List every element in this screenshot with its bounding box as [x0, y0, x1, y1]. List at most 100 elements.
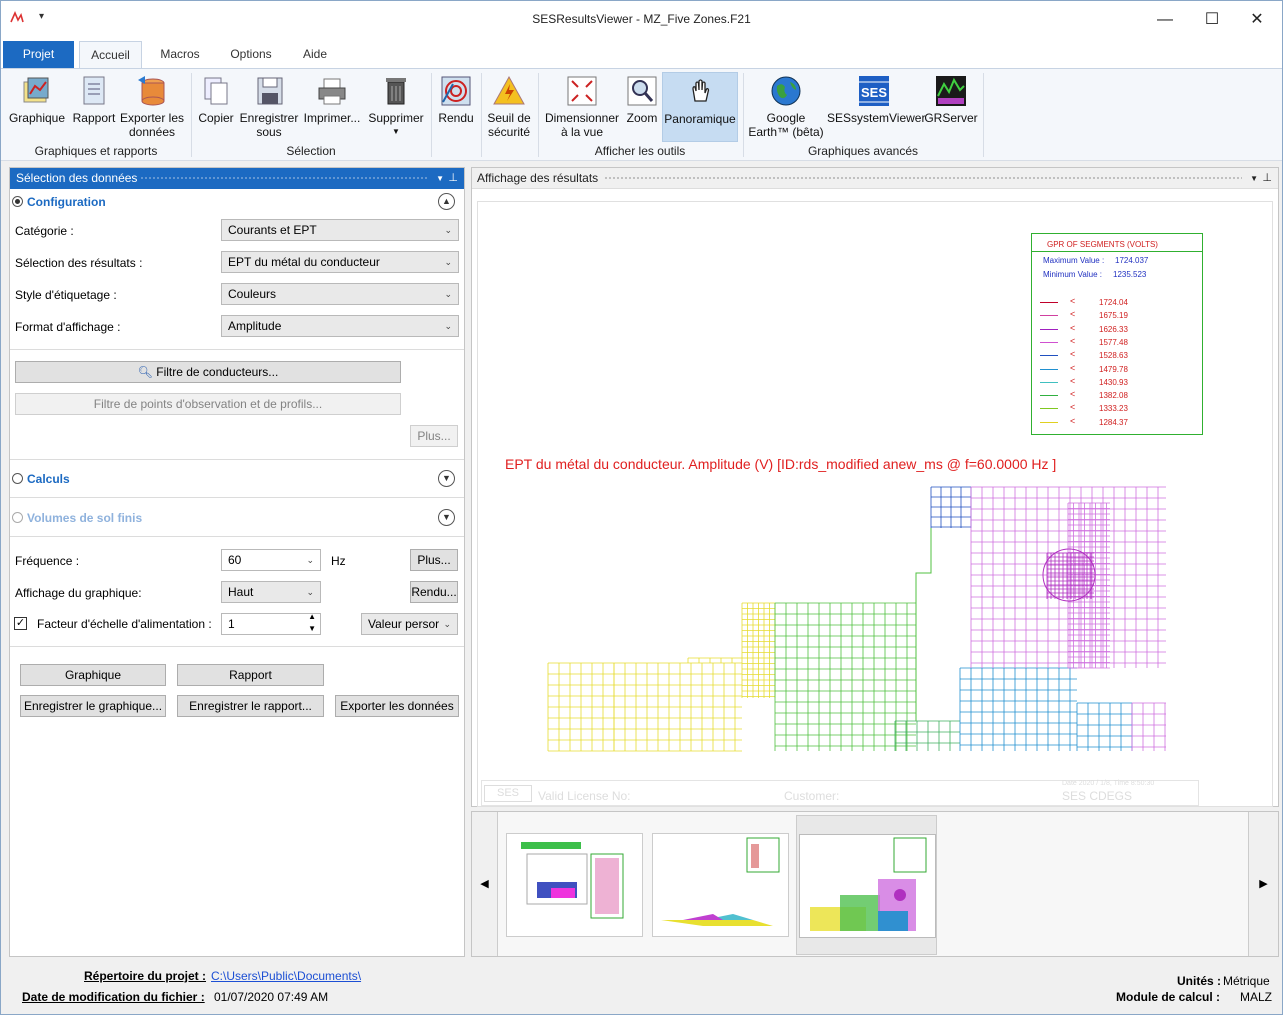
thumbnail-item[interactable]	[506, 833, 643, 937]
plot-canvas[interactable]: EPT du métal du conducteur. Amplitude (V…	[477, 201, 1273, 807]
chart-button[interactable]: Graphique	[6, 72, 68, 142]
mesh-yellow-step	[687, 657, 742, 663]
printer-icon	[315, 74, 349, 108]
display-format-label: Format d'affichage :	[15, 320, 121, 334]
delete-button[interactable]: Supprimer ▼	[365, 72, 427, 142]
calculs-section[interactable]: Calculs	[12, 472, 70, 486]
spinner-icon[interactable]: ▲ ▼	[308, 611, 316, 635]
category-select[interactable]: Courants et EPT ⌄	[221, 219, 459, 241]
fit-view-button[interactable]: Dimensionner à la vue	[542, 72, 622, 142]
panel-dropdown-icon[interactable]: ▼	[436, 168, 444, 189]
mesh-blue-lines	[959, 667, 1077, 751]
print-button[interactable]: Imprimer...	[301, 72, 363, 142]
conductor-filter-button[interactable]: 🔍︎ Filtre de conducteurs...	[15, 361, 401, 383]
frequency-unit: Hz	[331, 554, 346, 568]
observation-filter-button[interactable]: Filtre de points d'observation et de pro…	[15, 393, 401, 415]
report-run-button[interactable]: Rapport	[177, 664, 324, 686]
safety-threshold-button[interactable]: Seuil de sécurité	[483, 72, 535, 142]
graph-button[interactable]: Graphique	[20, 664, 166, 686]
panel-dropdown-icon[interactable]: ▼	[1250, 168, 1258, 189]
mesh-blue-top-lines	[930, 486, 972, 528]
close-button[interactable]: ✕	[1234, 1, 1280, 38]
export-data-icon	[135, 74, 169, 108]
google-earth-button[interactable]: Google Earth™ (bêta)	[747, 72, 825, 142]
modified-date-value: 01/07/2020 07:49 AM	[214, 990, 329, 1004]
thumbnail-next-button[interactable]: ▶	[1248, 812, 1278, 956]
mesh-green-dark	[894, 720, 960, 751]
scale-checkbox[interactable]: ✓	[14, 617, 27, 630]
label-style-value: Couleurs	[228, 287, 277, 301]
pin-icon[interactable]: ⊥	[448, 168, 458, 189]
warning-icon	[492, 74, 526, 108]
save-as-button[interactable]: Enregistrer sous	[237, 72, 301, 142]
frequency-more-button[interactable]: Plus...	[410, 549, 458, 571]
mesh-yellow-dense-lines	[741, 602, 776, 698]
display-format-select[interactable]: Amplitude ⌄	[221, 315, 459, 337]
minimize-button[interactable]: —	[1142, 1, 1188, 38]
scale-factor-label: Facteur d'échelle d'alimentation :	[37, 617, 212, 631]
module-label: Module de calcul :	[1116, 990, 1220, 1004]
expand-calculs-icon[interactable]: ▼	[438, 470, 455, 487]
thumbnail-frame	[799, 834, 936, 938]
export-data-button[interactable]: Exporter les données	[119, 72, 185, 142]
conductor-filter-label: Filtre de conducteurs...	[156, 365, 279, 379]
ses-system-viewer-button[interactable]: SES SESsystemViewer	[827, 72, 925, 142]
zoom-button[interactable]: Zoom	[623, 72, 661, 142]
tab-options[interactable]: Options	[219, 41, 283, 68]
result-selection-select[interactable]: EPT du métal du conducteur ⌄	[221, 251, 459, 273]
pin-icon[interactable]: ⊥	[1262, 168, 1272, 189]
collapse-configuration-icon[interactable]: ▲	[438, 193, 455, 210]
grserver-button[interactable]: GRServer	[923, 72, 979, 142]
configuration-section[interactable]: Configuration	[12, 195, 106, 209]
window-title: SESResultsViewer - MZ_Five Zones.F21	[532, 12, 751, 26]
modified-date-label-text: Date de modification du fichier :	[22, 990, 205, 1004]
volumes-radio[interactable]	[12, 512, 23, 523]
pan-button[interactable]: Panoramique	[662, 72, 738, 142]
export-data-run-button[interactable]: Exporter les données	[335, 695, 459, 717]
label-style-label: Style d'étiquetage :	[15, 288, 117, 302]
mesh-magenta-dense	[1067, 502, 1110, 669]
mesh-yellow-left	[547, 662, 615, 752]
copy-button[interactable]: Copier	[195, 72, 237, 142]
maximize-button[interactable]: ☐	[1189, 1, 1235, 38]
scale-factor-input[interactable]: 1 ▲ ▼	[221, 611, 321, 635]
frequency-select[interactable]: 60 ⌄	[221, 549, 321, 571]
group-separator	[983, 73, 984, 157]
project-dir-link[interactable]: C:\Users\Public\Documents\	[211, 969, 361, 983]
mesh-outline	[915, 528, 932, 721]
calculs-radio[interactable]	[12, 473, 23, 484]
chart-icon	[20, 74, 54, 108]
save-graph-button[interactable]: Enregistrer le graphique...	[20, 695, 166, 717]
thumbnail-preview	[661, 837, 780, 926]
more-button-disabled[interactable]: Plus...	[410, 425, 458, 447]
mesh-magenta-low	[1131, 702, 1166, 751]
chart-button-label: Graphique	[8, 111, 66, 125]
label-style-select[interactable]: Couleurs ⌄	[221, 283, 459, 305]
trash-icon	[379, 74, 413, 108]
save-report-button[interactable]: Enregistrer le rapport...	[177, 695, 324, 717]
divider	[10, 459, 464, 460]
report-icon	[77, 74, 111, 108]
display-format-value: Amplitude	[228, 319, 282, 333]
render-button[interactable]: Rendu	[435, 72, 477, 142]
tab-macros[interactable]: Macros	[149, 41, 211, 68]
zoom-icon	[625, 74, 659, 108]
expand-volumes-icon[interactable]: ▼	[438, 509, 455, 526]
report-button[interactable]: Rapport	[69, 72, 119, 142]
volumes-section[interactable]: Volumes de sol finis	[12, 511, 142, 525]
thumbnail-item-selected[interactable]	[796, 815, 937, 955]
scale-mode-select[interactable]: Valeur persor ⌄	[361, 613, 458, 635]
results-panel: Affichage des résultats ▼ ⊥ EPT du métal…	[471, 167, 1279, 807]
tab-aide[interactable]: Aide	[291, 41, 339, 68]
configuration-radio[interactable]	[12, 196, 23, 207]
chart-display-select[interactable]: Haut ⌄	[221, 581, 321, 603]
render-options-button[interactable]: Rendu...	[410, 581, 458, 603]
thumbnail-item[interactable]	[652, 833, 789, 937]
zoom-button-label: Zoom	[626, 111, 658, 125]
google-earth-button-label: Google Earth™ (bêta)	[748, 111, 824, 139]
thumbnail-prev-button[interactable]: ◀	[472, 812, 498, 956]
tab-projet[interactable]: Projet	[3, 41, 74, 68]
footer-customer: Customer:	[784, 789, 840, 803]
mesh-blue	[959, 667, 1077, 751]
tab-accueil[interactable]: Accueil	[79, 41, 142, 68]
